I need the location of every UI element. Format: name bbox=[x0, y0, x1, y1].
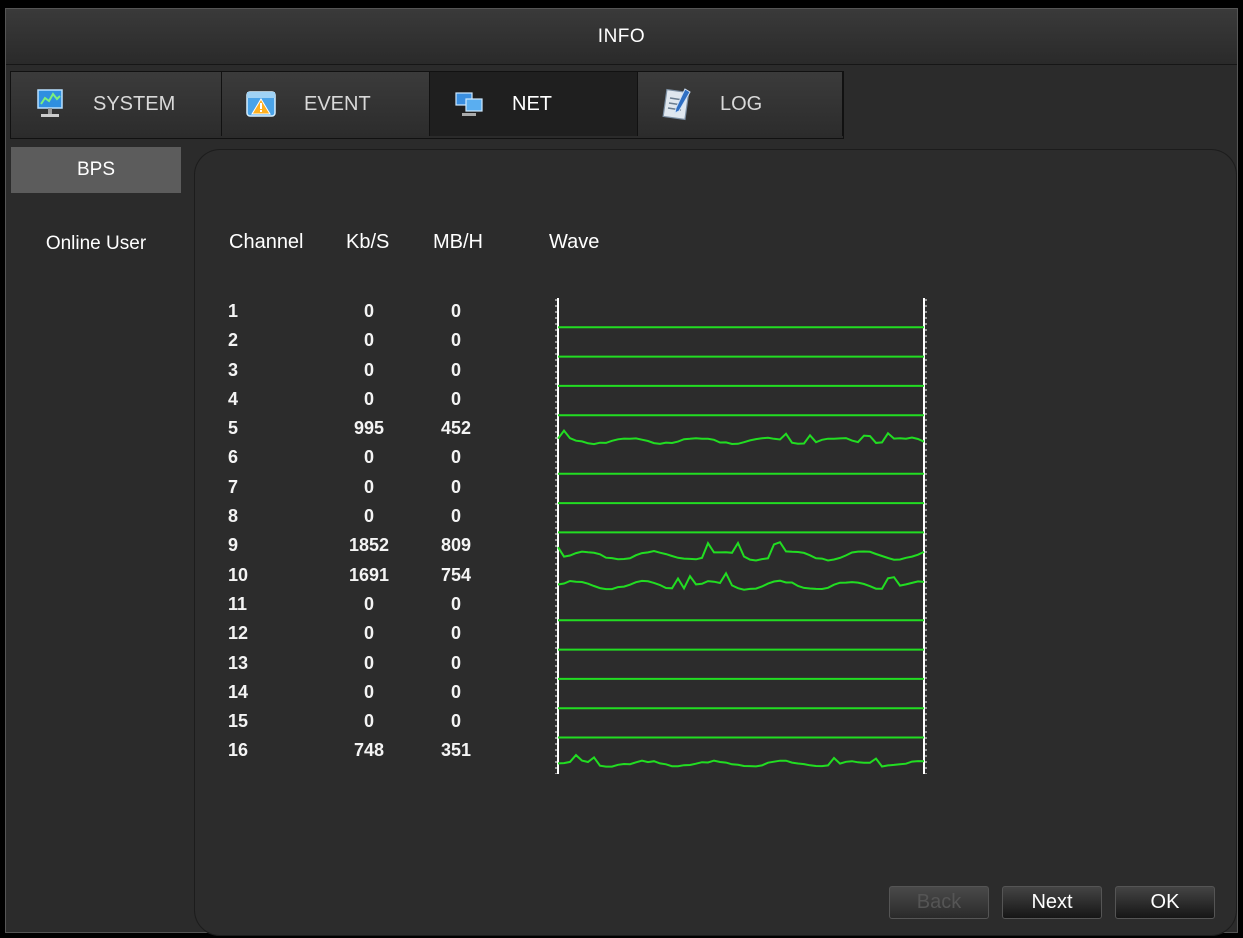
cell-kbs: 0 bbox=[363, 447, 374, 468]
cell-channel: 13 bbox=[228, 652, 249, 673]
wave-line-channel-5 bbox=[557, 428, 925, 446]
cell-channel: 5 bbox=[228, 418, 239, 439]
cell-mbh: 0 bbox=[450, 301, 461, 321]
header-mbh: MB/H bbox=[433, 231, 483, 253]
wave-line-channel-9 bbox=[557, 540, 925, 562]
wave-line-channel-16 bbox=[557, 753, 925, 768]
cell-mbh: 0 bbox=[450, 476, 461, 497]
cell-channel: 4 bbox=[228, 388, 239, 409]
tab-net[interactable]: NET bbox=[430, 72, 638, 136]
column-kbs: 0 0 0 0 995 0 0 0 1852 1691 0 0 0 0 0 748 bbox=[339, 297, 399, 766]
cell-mbh: 0 bbox=[450, 506, 461, 527]
event-warning-icon bbox=[244, 87, 278, 121]
cell-mbh: 0 bbox=[450, 623, 461, 644]
cell-mbh: 0 bbox=[450, 681, 461, 702]
cell-mbh: 0 bbox=[450, 593, 461, 614]
window-title: INFO bbox=[6, 9, 1237, 65]
cell-channel: 8 bbox=[228, 506, 239, 527]
ok-button[interactable]: OK bbox=[1115, 886, 1215, 919]
cell-channel: 7 bbox=[228, 476, 239, 497]
cell-kbs: 0 bbox=[363, 388, 374, 409]
cell-kbs: 0 bbox=[363, 359, 374, 380]
tab-label-event: EVENT bbox=[304, 92, 371, 115]
back-button[interactable]: Back bbox=[889, 886, 989, 919]
cell-kbs: 0 bbox=[363, 623, 374, 644]
cell-kbs: 0 bbox=[363, 652, 374, 673]
info-window: INFO SYSTEM EVENT NET LOG BPS Online Use… bbox=[5, 8, 1238, 936]
next-button[interactable]: Next bbox=[1002, 886, 1102, 919]
cell-mbh: 0 bbox=[450, 711, 461, 732]
cell-mbh: 351 bbox=[440, 740, 472, 761]
cell-kbs: 0 bbox=[363, 330, 374, 351]
cell-channel: 12 bbox=[228, 623, 249, 644]
column-mbh: 0 0 0 0 452 0 0 0 809 754 0 0 0 0 0 351 bbox=[426, 297, 486, 766]
cell-channel: 15 bbox=[228, 711, 249, 732]
cell-channel: 3 bbox=[228, 359, 239, 380]
cell-kbs: 995 bbox=[353, 418, 385, 439]
tab-label-system: SYSTEM bbox=[93, 92, 176, 115]
cell-channel: 2 bbox=[228, 330, 239, 351]
tab-label-net: NET bbox=[512, 92, 552, 115]
cell-mbh: 0 bbox=[450, 359, 461, 380]
cell-kbs: 0 bbox=[363, 301, 374, 321]
cell-mbh: 0 bbox=[450, 652, 461, 673]
tab-event[interactable]: EVENT bbox=[222, 72, 430, 136]
header-wave: Wave bbox=[549, 231, 600, 253]
cell-mbh: 452 bbox=[440, 418, 472, 439]
cell-channel: 16 bbox=[228, 740, 249, 761]
header-channel: Channel bbox=[229, 231, 304, 253]
cell-mbh: 0 bbox=[450, 447, 461, 468]
cell-kbs: 0 bbox=[363, 711, 374, 732]
cell-kbs: 1852 bbox=[348, 535, 390, 556]
cell-kbs: 748 bbox=[353, 740, 385, 761]
wave-line-channel-10 bbox=[557, 571, 925, 591]
cell-mbh: 0 bbox=[450, 388, 461, 409]
cell-channel: 11 bbox=[228, 593, 248, 614]
cell-channel: 10 bbox=[228, 564, 249, 585]
cell-kbs: 0 bbox=[363, 476, 374, 497]
tab-log[interactable]: LOG bbox=[638, 72, 843, 136]
system-monitor-icon bbox=[33, 87, 67, 121]
cell-channel: 9 bbox=[228, 535, 239, 556]
sidebar-item-bps[interactable]: BPS bbox=[11, 147, 181, 193]
cell-channel: 6 bbox=[228, 447, 239, 468]
network-icon bbox=[452, 87, 486, 121]
log-notepad-icon bbox=[660, 87, 694, 121]
cell-kbs: 0 bbox=[363, 681, 374, 702]
cell-kbs: 0 bbox=[363, 593, 374, 614]
cell-kbs: 1691 bbox=[348, 564, 390, 585]
cell-channel: 14 bbox=[228, 681, 249, 702]
cell-channel: 1 bbox=[228, 301, 239, 321]
cell-mbh: 809 bbox=[440, 535, 472, 556]
cell-mbh: 754 bbox=[440, 564, 472, 585]
cell-mbh: 0 bbox=[450, 330, 461, 351]
wave-graph bbox=[555, 298, 927, 774]
tab-system[interactable]: SYSTEM bbox=[11, 72, 222, 136]
tab-bar: SYSTEM EVENT NET LOG bbox=[10, 71, 844, 139]
tab-label-log: LOG bbox=[720, 92, 763, 115]
column-channel: 1 2 3 4 5 6 7 8 9 10 11 12 13 14 15 16 bbox=[228, 297, 288, 766]
sidebar-item-online-user[interactable]: Online User bbox=[11, 221, 181, 267]
header-kbs: Kb/S bbox=[346, 231, 390, 253]
cell-kbs: 0 bbox=[363, 506, 374, 527]
